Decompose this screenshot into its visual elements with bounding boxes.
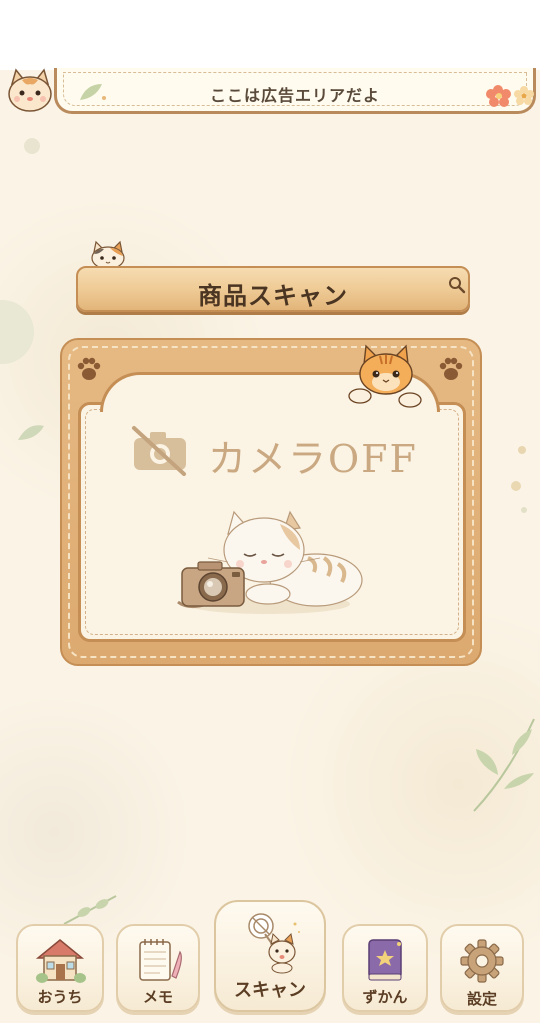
ad-banner-text: ここは広告エリアだよ: [209, 86, 380, 105]
leaf-icon: [80, 84, 106, 100]
scan-title-plank: 商品スキャン: [76, 266, 470, 312]
nav-settings-button[interactable]: 設定: [440, 924, 524, 1012]
ad-banner[interactable]: ここは広告エリアだよ: [54, 68, 536, 114]
book-icon: [368, 939, 402, 981]
gear-icon: [460, 939, 504, 983]
nav-settings-label: 設定: [466, 990, 497, 1008]
dots-decoration: [511, 446, 527, 513]
paw-icon: [439, 357, 463, 380]
nav-encyclopedia-label: ずかん: [362, 988, 408, 1006]
search-icon: [449, 277, 466, 294]
orange-cat-icon: [348, 344, 422, 408]
nav-memo-label: メモ: [142, 988, 173, 1006]
watercolor-circle-decoration: [0, 300, 34, 364]
house-icon: [35, 939, 86, 983]
flower-icon: [486, 85, 534, 107]
camera-off-icon: [132, 426, 186, 476]
status-area: [0, 0, 540, 70]
nav-home-label: おうち: [37, 988, 83, 1006]
dots-decoration: [24, 138, 40, 154]
page-title: 商品スキャン: [198, 282, 348, 310]
bottom-nav: おうち メモ スキャン ずかん 設定: [0, 896, 540, 1023]
nav-encyclopedia-button[interactable]: ずかん: [342, 924, 428, 1012]
leaf-decoration: [18, 425, 44, 440]
nav-home-button[interactable]: おうち: [16, 924, 104, 1012]
nav-scan-label: スキャン: [234, 980, 306, 1001]
leaf-decoration: [473, 718, 535, 812]
peeking-cat-icon: [8, 68, 52, 112]
sleeping-cat-illustration: [177, 510, 363, 614]
paw-icon: [77, 357, 101, 380]
nav-scan-button[interactable]: スキャン: [214, 900, 326, 1012]
nav-memo-button[interactable]: メモ: [116, 924, 200, 1012]
memo-icon: [139, 939, 182, 981]
scan-cat-icon: [248, 913, 300, 974]
camera-status-text: カメラOFF: [208, 437, 418, 481]
